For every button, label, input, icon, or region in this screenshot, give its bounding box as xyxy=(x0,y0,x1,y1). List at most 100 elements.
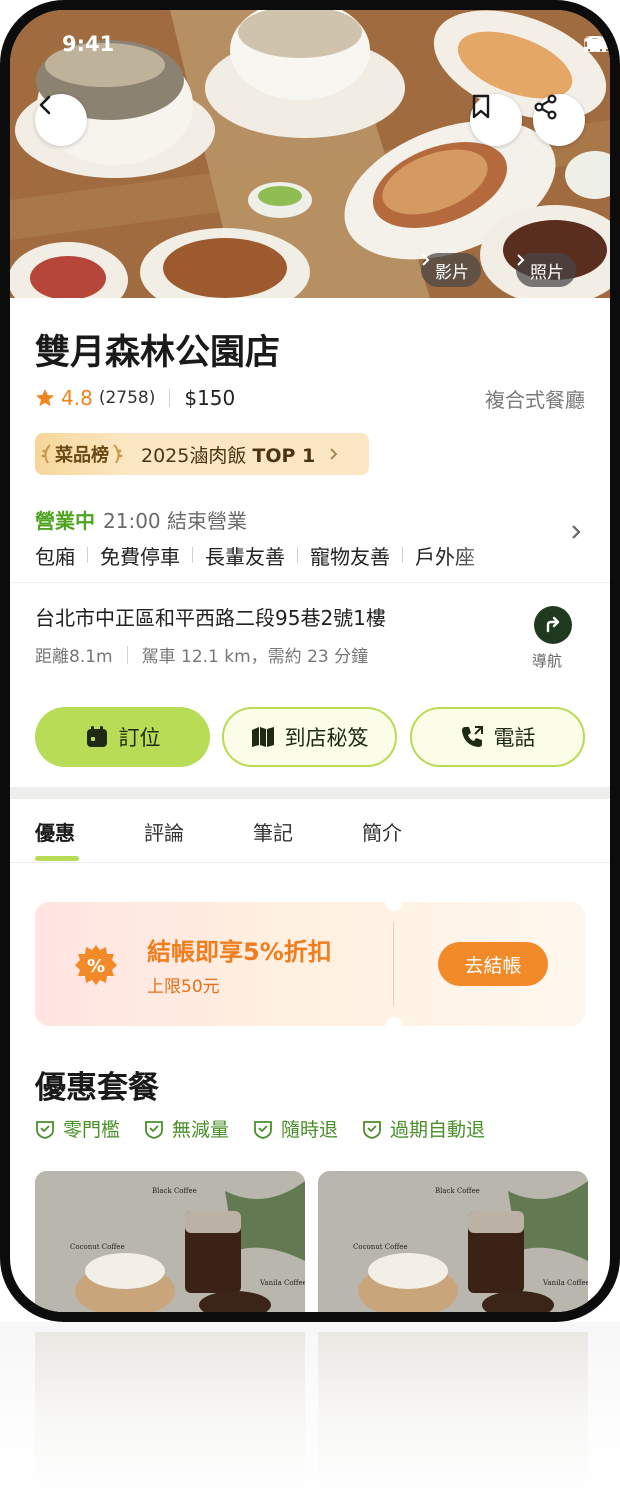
calendar-icon xyxy=(86,726,107,747)
status-time: 9:41 xyxy=(62,32,115,56)
active-tab-indicator xyxy=(35,856,79,861)
chevron-right-icon xyxy=(422,254,430,266)
reflection-fade xyxy=(0,1322,620,1500)
feature-item: 無減量 xyxy=(144,1115,229,1142)
facility-item: 包廂 xyxy=(35,544,75,569)
turn-right-arrow-icon xyxy=(546,616,560,633)
feature-label: 隨時退 xyxy=(281,1119,339,1141)
navigation-button[interactable] xyxy=(534,606,572,644)
store-guide-button[interactable]: 到店秘笈 xyxy=(222,707,397,767)
photo-label: 照片 xyxy=(530,262,564,283)
facility-item: 寵物友善 xyxy=(310,544,390,569)
fade-overlay xyxy=(450,540,520,570)
drive-time: 駕車 12.1 km，需約 23 分鐘 xyxy=(141,647,369,667)
shield-check-icon xyxy=(36,1120,54,1139)
star-icon xyxy=(36,389,54,407)
share-button[interactable] xyxy=(533,94,585,146)
shield-check-icon xyxy=(254,1120,272,1139)
chevron-right-icon xyxy=(517,254,525,266)
call-button[interactable]: 電話 xyxy=(410,707,585,767)
reserve-button[interactable]: 訂位 xyxy=(35,707,210,767)
store-guide-label: 到店秘笈 xyxy=(284,726,369,750)
tab-reviews[interactable]: 評論 xyxy=(144,817,184,846)
facility-item: 長輩友善 xyxy=(205,544,285,569)
rating-row: 4.8 (2758) $150 複合式餐廳 xyxy=(35,383,585,413)
ranking-badge: 菜品榜 xyxy=(35,433,129,475)
chevron-right-icon[interactable] xyxy=(570,523,582,541)
coffee-label: Vanila Coffee xyxy=(542,1279,588,1287)
package-features: 零門檻 無減量 隨時退 過期自動退 xyxy=(35,1115,485,1142)
chevron-right-icon xyxy=(330,448,338,460)
coupon-notch xyxy=(385,893,403,911)
feature-label: 過期自動退 xyxy=(390,1119,486,1141)
ranking-badge-label: 菜品榜 xyxy=(55,445,109,466)
section-title: 優惠套餐 xyxy=(35,1070,159,1106)
ranking-position: TOP 1 xyxy=(252,444,316,467)
restaurant-category: 複合式餐廳 xyxy=(485,387,585,412)
coffee-label: Vanila Coffee xyxy=(259,1279,305,1287)
coupon-notch xyxy=(385,1017,403,1035)
coupon-divider xyxy=(393,922,394,1006)
section-divider xyxy=(10,582,610,583)
divider xyxy=(87,547,88,563)
shield-check-icon xyxy=(363,1120,381,1139)
hero-photo[interactable]: 9:41 影片 照片 xyxy=(10,10,610,298)
device-reflection xyxy=(0,1322,620,1500)
laurel-left-icon xyxy=(41,444,51,464)
coffee-label: Black Coffee xyxy=(435,1187,480,1195)
coupon-title: 結帳即享5%折扣 xyxy=(147,938,332,966)
review-count[interactable]: (2758) xyxy=(99,388,156,408)
bookmark-button[interactable] xyxy=(470,94,522,146)
video-button[interactable]: 影片 xyxy=(421,253,481,287)
rating-value: 4.8 xyxy=(61,386,93,410)
video-label: 影片 xyxy=(435,262,469,283)
photo-button[interactable]: 照片 xyxy=(516,253,576,287)
app-screen: 9:41 影片 照片 雙月森林公園店 4.8 (2758) $150 複合式餐廳… xyxy=(10,10,610,1312)
phone-icon xyxy=(461,726,483,747)
back-button[interactable] xyxy=(35,94,87,146)
distance-value: 距離8.1m xyxy=(35,647,113,667)
coffee-label: Black Coffee xyxy=(152,1187,197,1195)
opening-hours[interactable]: 營業中 21:00 結束營業 xyxy=(35,505,247,534)
divider xyxy=(297,547,298,563)
feature-label: 零門檻 xyxy=(63,1119,121,1141)
ranking-pill[interactable]: 菜品榜 2025滷肉飯 TOP 1 xyxy=(35,433,369,475)
shield-check-icon xyxy=(145,1120,163,1139)
reserve-label: 訂位 xyxy=(118,726,161,750)
ranking-dish: 2025滷肉飯 xyxy=(141,444,247,467)
average-price: $150 xyxy=(184,386,236,410)
address-text[interactable]: 台北市中正區和平西路二段95巷2號1樓 xyxy=(35,602,386,631)
open-status: 營業中 xyxy=(35,509,95,533)
feature-label: 無減量 xyxy=(172,1119,230,1141)
coffee-photo: Black Coffee Coconut Coffee Vanila Coffe… xyxy=(318,1171,588,1312)
closing-time: 21:00 結束營業 xyxy=(103,509,247,533)
package-card[interactable]: Black Coffee Coconut Coffee Vanila Coffe… xyxy=(318,1171,588,1312)
share-icon xyxy=(534,94,557,120)
map-icon xyxy=(251,727,274,747)
discount-coupon[interactable]: % 結帳即享5%折扣 上限50元 去結帳 xyxy=(35,893,585,1035)
feature-item: 零門檻 xyxy=(35,1115,120,1142)
divider xyxy=(126,645,128,664)
coupon-limit: 上限50元 xyxy=(147,977,220,997)
facility-item: 免費停車 xyxy=(100,544,180,569)
restaurant-name: 雙月森林公園店 xyxy=(35,333,281,373)
checkout-button[interactable]: 去結帳 xyxy=(438,942,548,986)
coffee-label: Coconut Coffee xyxy=(70,1243,125,1251)
svg-text:%: % xyxy=(87,956,105,977)
call-label: 電話 xyxy=(493,726,536,750)
tab-notes[interactable]: 筆記 xyxy=(253,817,293,846)
coffee-label: Coconut Coffee xyxy=(353,1243,408,1251)
package-card[interactable]: Black Coffee Coconut Coffee Vanila Coffe… xyxy=(35,1171,305,1312)
coffee-photo: Black Coffee Coconut Coffee Vanila Coffe… xyxy=(35,1171,305,1312)
discount-badge-icon: % xyxy=(75,945,117,985)
divider xyxy=(169,389,171,407)
laurel-right-icon xyxy=(113,444,123,464)
bookmark-icon xyxy=(472,94,490,119)
section-separator xyxy=(10,787,610,799)
tab-intro[interactable]: 簡介 xyxy=(362,817,402,846)
battery-icon xyxy=(584,36,610,52)
tab-offers[interactable]: 優惠 xyxy=(35,817,75,846)
divider xyxy=(402,547,403,563)
feature-item: 過期自動退 xyxy=(362,1115,485,1142)
navigation-label: 導航 xyxy=(532,652,563,670)
